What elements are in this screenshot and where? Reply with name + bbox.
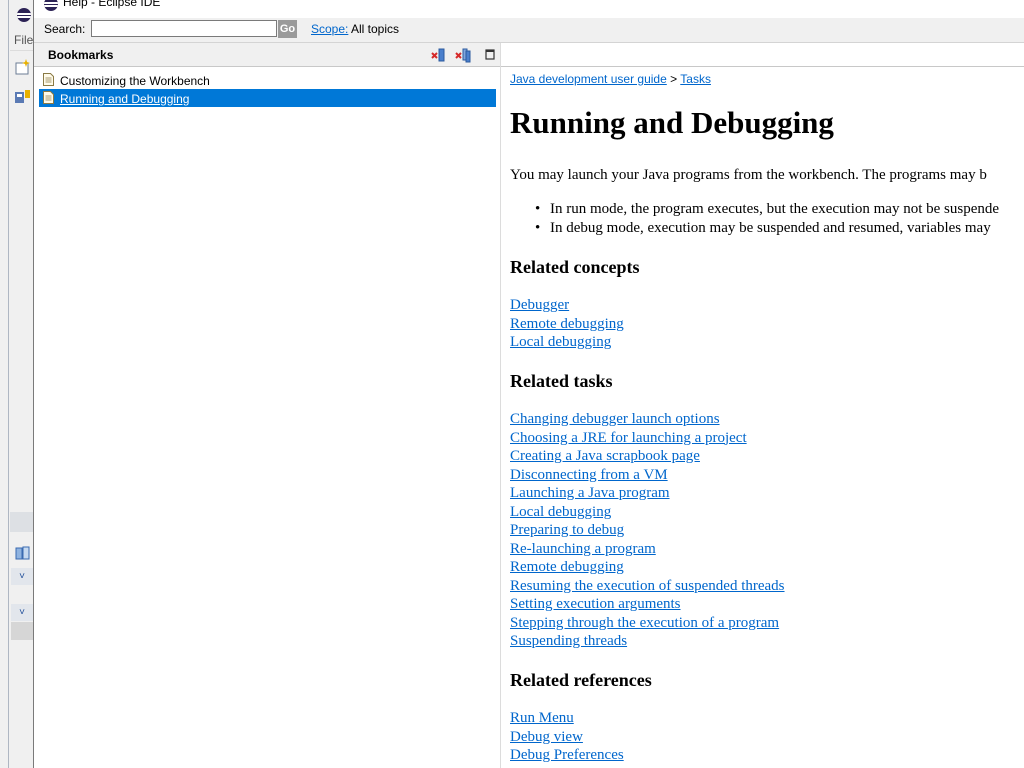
help-content: Java development user guide > Tasks Runn…	[501, 43, 1024, 768]
related-concepts-heading: Related concepts	[510, 257, 640, 277]
search-input[interactable]	[91, 20, 277, 37]
related-task-link[interactable]: Resuming the execution of suspended thre…	[510, 577, 785, 596]
related-reference-link[interactable]: Debug view	[510, 728, 624, 747]
breadcrumb-link-tasks[interactable]: Tasks	[680, 72, 711, 86]
background-window-edge	[8, 0, 9, 768]
list-item[interactable]: Running and Debugging	[39, 89, 496, 107]
bookmarks-panel-header: Bookmarks	[34, 43, 500, 67]
panel-title: Bookmarks	[48, 48, 114, 62]
related-task-link[interactable]: Changing debugger launch options	[510, 410, 785, 429]
eclipse-logo-icon	[17, 8, 31, 22]
eclipse-logo-icon	[44, 0, 58, 11]
list-item: In run mode, the program executes, but t…	[510, 201, 999, 220]
scope-link[interactable]: Scope:	[311, 22, 348, 36]
related-task-link[interactable]: Setting execution arguments	[510, 595, 785, 614]
related-tasks-links: Changing debugger launch options Choosin…	[510, 410, 785, 651]
bookmarks-panel: Bookmarks Customizing the Workbench Runn…	[34, 43, 500, 768]
content-header-divider	[501, 66, 1024, 67]
breadcrumb: Java development user guide > Tasks	[510, 72, 711, 86]
background-panel-block	[11, 622, 33, 640]
related-task-link[interactable]: Stepping through the execution of a prog…	[510, 614, 785, 633]
list-item[interactable]: Customizing the Workbench	[39, 71, 496, 89]
breadcrumb-link-user-guide[interactable]: Java development user guide	[510, 72, 667, 86]
related-task-link[interactable]: Disconnecting from a VM	[510, 466, 785, 485]
help-window: Help - Eclipse IDE Search: Go Scope: All…	[34, 0, 1024, 768]
background-eclipse-window	[0, 0, 34, 768]
breadcrumb-separator: >	[670, 72, 678, 86]
background-menu-file[interactable]: File	[14, 33, 33, 47]
related-references-links: Run Menu Debug view Debug Preferences	[510, 709, 624, 765]
related-task-link[interactable]: Choosing a JRE for launching a project	[510, 429, 785, 448]
scope-value: All topics	[351, 22, 400, 36]
remove-bookmark-icon[interactable]	[430, 47, 446, 63]
go-button[interactable]: Go	[278, 20, 297, 38]
chevron-down-icon[interactable]: ˅	[11, 604, 33, 621]
save-all-icon[interactable]	[14, 88, 32, 106]
bookmark-list: Customizing the Workbench Running and De…	[34, 71, 500, 107]
library-icon[interactable]	[14, 544, 32, 562]
background-menu-separator	[10, 50, 34, 51]
document-icon	[43, 73, 54, 86]
related-references-heading: Related references	[510, 670, 652, 690]
search-toolbar: Search: Go Scope: All topics	[34, 18, 1024, 42]
related-concept-link[interactable]: Local debugging	[510, 333, 624, 352]
remove-all-bookmarks-icon[interactable]	[455, 47, 471, 63]
new-wizard-icon[interactable]	[14, 58, 32, 76]
related-reference-link[interactable]: Debug Preferences	[510, 746, 624, 765]
related-task-link[interactable]: Launching a Java program	[510, 484, 785, 503]
related-concept-link[interactable]: Debugger	[510, 296, 624, 315]
mode-list: In run mode, the program executes, but t…	[510, 201, 999, 239]
list-item: In debug mode, execution may be suspende…	[510, 220, 999, 239]
minimize-icon[interactable]	[483, 47, 499, 63]
related-concepts-links: Debugger Remote debugging Local debuggin…	[510, 296, 624, 352]
related-task-link[interactable]: Creating a Java scrapbook page	[510, 447, 785, 466]
bookmark-label: Running and Debugging	[60, 92, 190, 106]
title-bar: Help - Eclipse IDE	[34, 0, 1024, 12]
bookmark-label: Customizing the Workbench	[60, 74, 210, 88]
related-concept-link[interactable]: Remote debugging	[510, 315, 624, 334]
page-title: Running and Debugging	[510, 105, 834, 140]
related-task-link[interactable]: Preparing to debug	[510, 521, 785, 540]
chevron-down-icon[interactable]: ˅	[11, 568, 33, 585]
search-label: Search:	[44, 22, 86, 36]
window-title: Help - Eclipse IDE	[63, 0, 161, 9]
related-task-link[interactable]: Remote debugging	[510, 558, 785, 577]
background-toolbar-area	[10, 512, 34, 532]
intro-paragraph: You may launch your Java programs from t…	[510, 167, 987, 183]
related-task-link[interactable]: Suspending threads	[510, 632, 785, 651]
related-reference-link[interactable]: Run Menu	[510, 709, 624, 728]
related-task-link[interactable]: Re-launching a program	[510, 540, 785, 559]
document-icon	[43, 91, 54, 104]
related-task-link[interactable]: Local debugging	[510, 503, 785, 522]
related-tasks-heading: Related tasks	[510, 371, 613, 391]
